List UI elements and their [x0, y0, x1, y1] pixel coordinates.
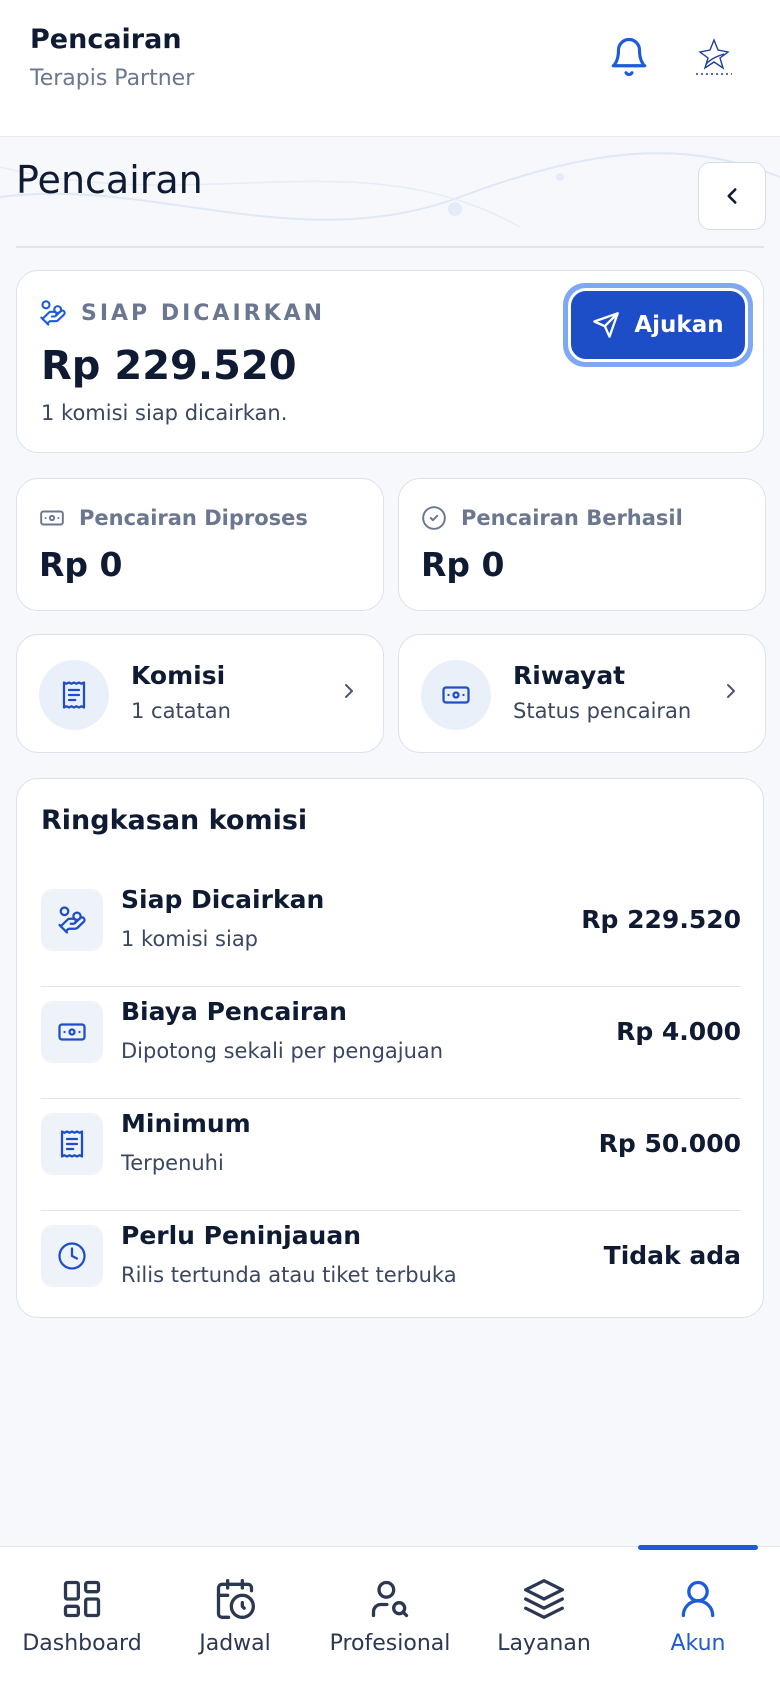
summary-row: Biaya Pencairan Dipotong sekali per peng…: [41, 987, 741, 1099]
summary-icon-box: [41, 889, 103, 951]
nav-card-title: Komisi: [131, 661, 226, 690]
grid-icon: [63, 1580, 101, 1618]
summary-row-subtitle: Dipotong sekali per pengajuan: [121, 1039, 444, 1063]
nav-card-riwayat[interactable]: Riwayat Status pencairan: [398, 634, 766, 753]
back-button[interactable]: [698, 162, 766, 230]
tab-label: Jadwal: [199, 1631, 271, 1656]
tab-label: Akun: [670, 1631, 726, 1656]
hand-coins-icon: [58, 906, 86, 934]
stat-value: Rp 0: [39, 545, 123, 584]
stat-label: Pencairan Diproses: [79, 506, 308, 530]
tab-profesional[interactable]: Profesional: [320, 1547, 460, 1688]
nav-card-komisi[interactable]: Komisi 1 catatan: [16, 634, 384, 753]
summary-row-subtitle: 1 komisi siap: [121, 927, 259, 951]
summary-row: Perlu Peninjauan Rilis tertunda atau tik…: [41, 1211, 741, 1323]
summary-row-subtitle: Terpenuhi: [121, 1151, 224, 1175]
summary-row-subtitle: Rilis tertunda atau tiket terbuka: [121, 1263, 457, 1287]
divider: [16, 246, 764, 248]
header-subtitle: Terapis Partner: [30, 66, 195, 91]
summary-icon-box: [41, 1113, 103, 1175]
summary-title: Ringkasan komisi: [41, 805, 308, 836]
layers-icon: [524, 1579, 564, 1619]
receipt-icon: [60, 1130, 84, 1158]
summary-row-title: Biaya Pencairan: [121, 997, 347, 1026]
calendar-clock-icon: [216, 1579, 255, 1619]
ready-label: SIAP DICAIRKAN: [81, 300, 326, 326]
check-circle-icon: [422, 506, 446, 530]
send-icon: [593, 312, 620, 338]
summary-row-value: Rp 229.520: [581, 905, 741, 934]
clock-icon: [58, 1242, 86, 1270]
money-icon: [58, 1023, 86, 1041]
app-header: Pencairan Terapis Partner: [0, 0, 780, 137]
tab-akun[interactable]: Akun: [638, 1547, 758, 1688]
submit-button-focus-ring: Ajukan: [563, 283, 753, 367]
money-icon: [442, 686, 470, 704]
bottom-navigation: Dashboard Jadwal Profesional Layanan Aku…: [0, 1545, 780, 1688]
summary-row-value: Rp 50.000: [598, 1129, 741, 1158]
stat-card-processing: Pencairan Diproses Rp 0: [16, 478, 384, 611]
submit-withdrawal-button[interactable]: Ajukan: [568, 288, 748, 362]
user-icon: [681, 1580, 715, 1618]
summary-row-title: Perlu Peninjauan: [121, 1221, 362, 1250]
chevron-left-icon: [727, 188, 737, 204]
user-search-icon: [371, 1580, 409, 1618]
nav-icon-circle: [421, 660, 491, 730]
nav-icon-circle: [39, 660, 109, 730]
header-title: Pencairan: [30, 24, 182, 55]
tab-label: Layanan: [497, 1631, 591, 1656]
summary-row-value: Rp 4.000: [616, 1017, 741, 1046]
ready-note: 1 komisi siap dicairkan.: [41, 401, 288, 425]
tab-layanan[interactable]: Layanan: [480, 1547, 608, 1688]
stat-card-success: Pencairan Berhasil Rp 0: [398, 478, 766, 611]
stat-value: Rp 0: [421, 545, 505, 584]
bell-icon[interactable]: [608, 36, 650, 78]
nav-card-title: Riwayat: [513, 661, 626, 690]
brand-logo-icon[interactable]: [690, 36, 738, 82]
summary-icon-box: [41, 1225, 103, 1287]
tab-jadwal[interactable]: Jadwal: [170, 1547, 300, 1688]
summary-row-value: Tidak ada: [603, 1241, 741, 1270]
summary-icon-box: [41, 1001, 103, 1063]
hand-coins-icon: [40, 300, 66, 326]
tab-dashboard[interactable]: Dashboard: [14, 1547, 150, 1688]
tab-label: Dashboard: [22, 1631, 142, 1656]
summary-row: Minimum Terpenuhi Rp 50.000: [41, 1099, 741, 1211]
ready-amount: Rp 229.520: [41, 343, 297, 389]
ready-to-withdraw-card: SIAP DICAIRKAN Rp 229.520 1 komisi siap …: [16, 270, 764, 453]
money-icon: [40, 510, 64, 526]
receipt-icon: [62, 681, 86, 709]
chevron-right-icon: [345, 684, 353, 698]
summary-row-title: Minimum: [121, 1109, 251, 1138]
nav-card-subtitle: Status pencairan: [513, 699, 692, 723]
summary-row: Siap Dicairkan 1 komisi siap Rp 229.520: [41, 875, 741, 987]
nav-card-subtitle: 1 catatan: [131, 699, 231, 723]
chevron-right-icon: [727, 684, 735, 698]
page-title: Pencairan: [16, 158, 203, 202]
summary-row-title: Siap Dicairkan: [121, 885, 325, 914]
submit-button-label: Ajukan: [634, 312, 724, 338]
commission-summary-card: Ringkasan komisi Siap Dicairkan 1 komisi…: [16, 778, 764, 1318]
stat-label: Pencairan Berhasil: [461, 506, 683, 530]
tab-label: Profesional: [329, 1631, 451, 1656]
